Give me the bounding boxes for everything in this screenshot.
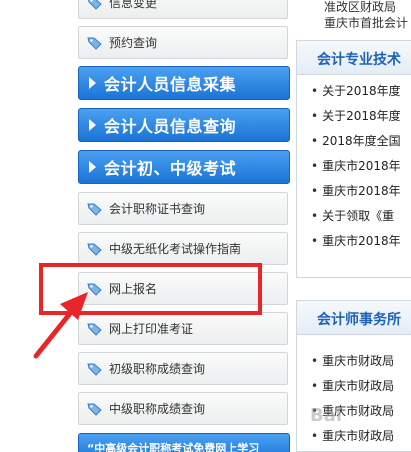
sidebar-item-label: 预约查询: [109, 36, 158, 50]
sidebar-item-intermediate-score[interactable]: 中级职称成绩查询: [78, 392, 288, 425]
tag-icon: [87, 362, 103, 376]
tag-icon: [87, 202, 103, 216]
tag-icon: [87, 282, 103, 296]
list-item[interactable]: 重庆市财政局: [311, 374, 411, 399]
list-item[interactable]: 重庆市财政局: [311, 399, 411, 424]
list-item[interactable]: 关于2018年度: [311, 79, 411, 104]
tag-icon: [87, 36, 103, 50]
sidebar-item-print-admission[interactable]: 网上打印准考证: [78, 312, 288, 345]
left-gutter: [0, 0, 70, 452]
list-item[interactable]: 重庆市财政局: [311, 424, 411, 449]
sidebar-item-label: 网上报名: [109, 282, 158, 296]
menu-label: 会计初、中级考试: [104, 159, 237, 178]
menu-exam[interactable]: 会计初、中级考试: [78, 150, 290, 184]
sidebar-item-info-change[interactable]: 信息变更: [78, 0, 288, 19]
tag-icon: [87, 0, 103, 10]
tag-icon: [87, 322, 103, 336]
sidebar-item-label: 网上打印准考证: [109, 322, 194, 336]
list-item[interactable]: 关于领取《重: [311, 204, 411, 229]
play-arrow-icon: [89, 119, 96, 131]
play-arrow-icon: [89, 161, 96, 173]
panel-professional-tech: 会计专业技术 关于2018年度 关于2018年度 2018年度全国 重庆市201…: [296, 40, 411, 278]
left-sidebar: 信息变更 预约查询 会计人员信息采集 会计人员信息查询 会计初、中级考试 会计职…: [0, 0, 300, 452]
list-item[interactable]: 关于2018年度: [311, 104, 411, 129]
tag-icon: [87, 402, 103, 416]
panel-title: 会计专业技术: [297, 41, 411, 75]
top-news-line-1[interactable]: 准改区财政局: [324, 0, 396, 14]
sidebar-item-label: 会计职称证书查询: [109, 202, 206, 216]
top-news-line-2[interactable]: 重庆市首批会计: [324, 14, 408, 32]
sidebar-item-label: 中级无纸化考试操作指南: [109, 242, 242, 256]
sidebar-item-online-registration[interactable]: 网上报名: [78, 272, 288, 305]
menu-accountant-info-collect[interactable]: 会计人员信息采集: [78, 66, 290, 100]
news-list: 重庆市财政局 重庆市财政局 重庆市财政局 重庆市财政局: [297, 335, 411, 449]
sidebar-item-junior-score[interactable]: 初级职称成绩查询: [78, 352, 288, 385]
list-item[interactable]: 重庆市财政局: [311, 349, 411, 374]
free-study-banner[interactable]: “中高级会计职称考试免费网上学习: [78, 433, 290, 452]
banner-label: “中高级会计职称考试免费网上学习: [87, 442, 260, 452]
list-item[interactable]: 重庆市2018年: [311, 154, 411, 179]
sidebar-item-label: 信息变更: [109, 0, 158, 10]
list-item[interactable]: 重庆市2018年: [311, 229, 411, 254]
panel-title: 会计师事务所: [297, 301, 411, 335]
play-arrow-icon: [89, 77, 96, 89]
sidebar-item-label: 中级职称成绩查询: [109, 402, 206, 416]
right-column: 准改区财政局 重庆市首批会计 会计专业技术 关于2018年度 关于2018年度 …: [296, 0, 411, 452]
sidebar-item-appointment-query[interactable]: 预约查询: [78, 26, 288, 59]
list-item[interactable]: 重庆市2018年: [311, 179, 411, 204]
sidebar-item-label: 初级职称成绩查询: [109, 362, 206, 376]
menu-label: 会计人员信息查询: [104, 117, 237, 136]
sidebar-item-paperless-guide[interactable]: 中级无纸化考试操作指南: [78, 232, 288, 265]
panel-accounting-firm: 会计师事务所 重庆市财政局 重庆市财政局 重庆市财政局 重庆市财政局: [296, 300, 411, 452]
sidebar-item-certificate-query[interactable]: 会计职称证书查询: [78, 192, 288, 225]
list-item[interactable]: 2018年度全国: [311, 129, 411, 154]
news-list: 关于2018年度 关于2018年度 2018年度全国 重庆市2018年 重庆市2…: [297, 75, 411, 254]
tag-icon: [87, 242, 103, 256]
menu-label: 会计人员信息采集: [104, 75, 237, 94]
menu-accountant-info-query[interactable]: 会计人员信息查询: [78, 108, 290, 142]
